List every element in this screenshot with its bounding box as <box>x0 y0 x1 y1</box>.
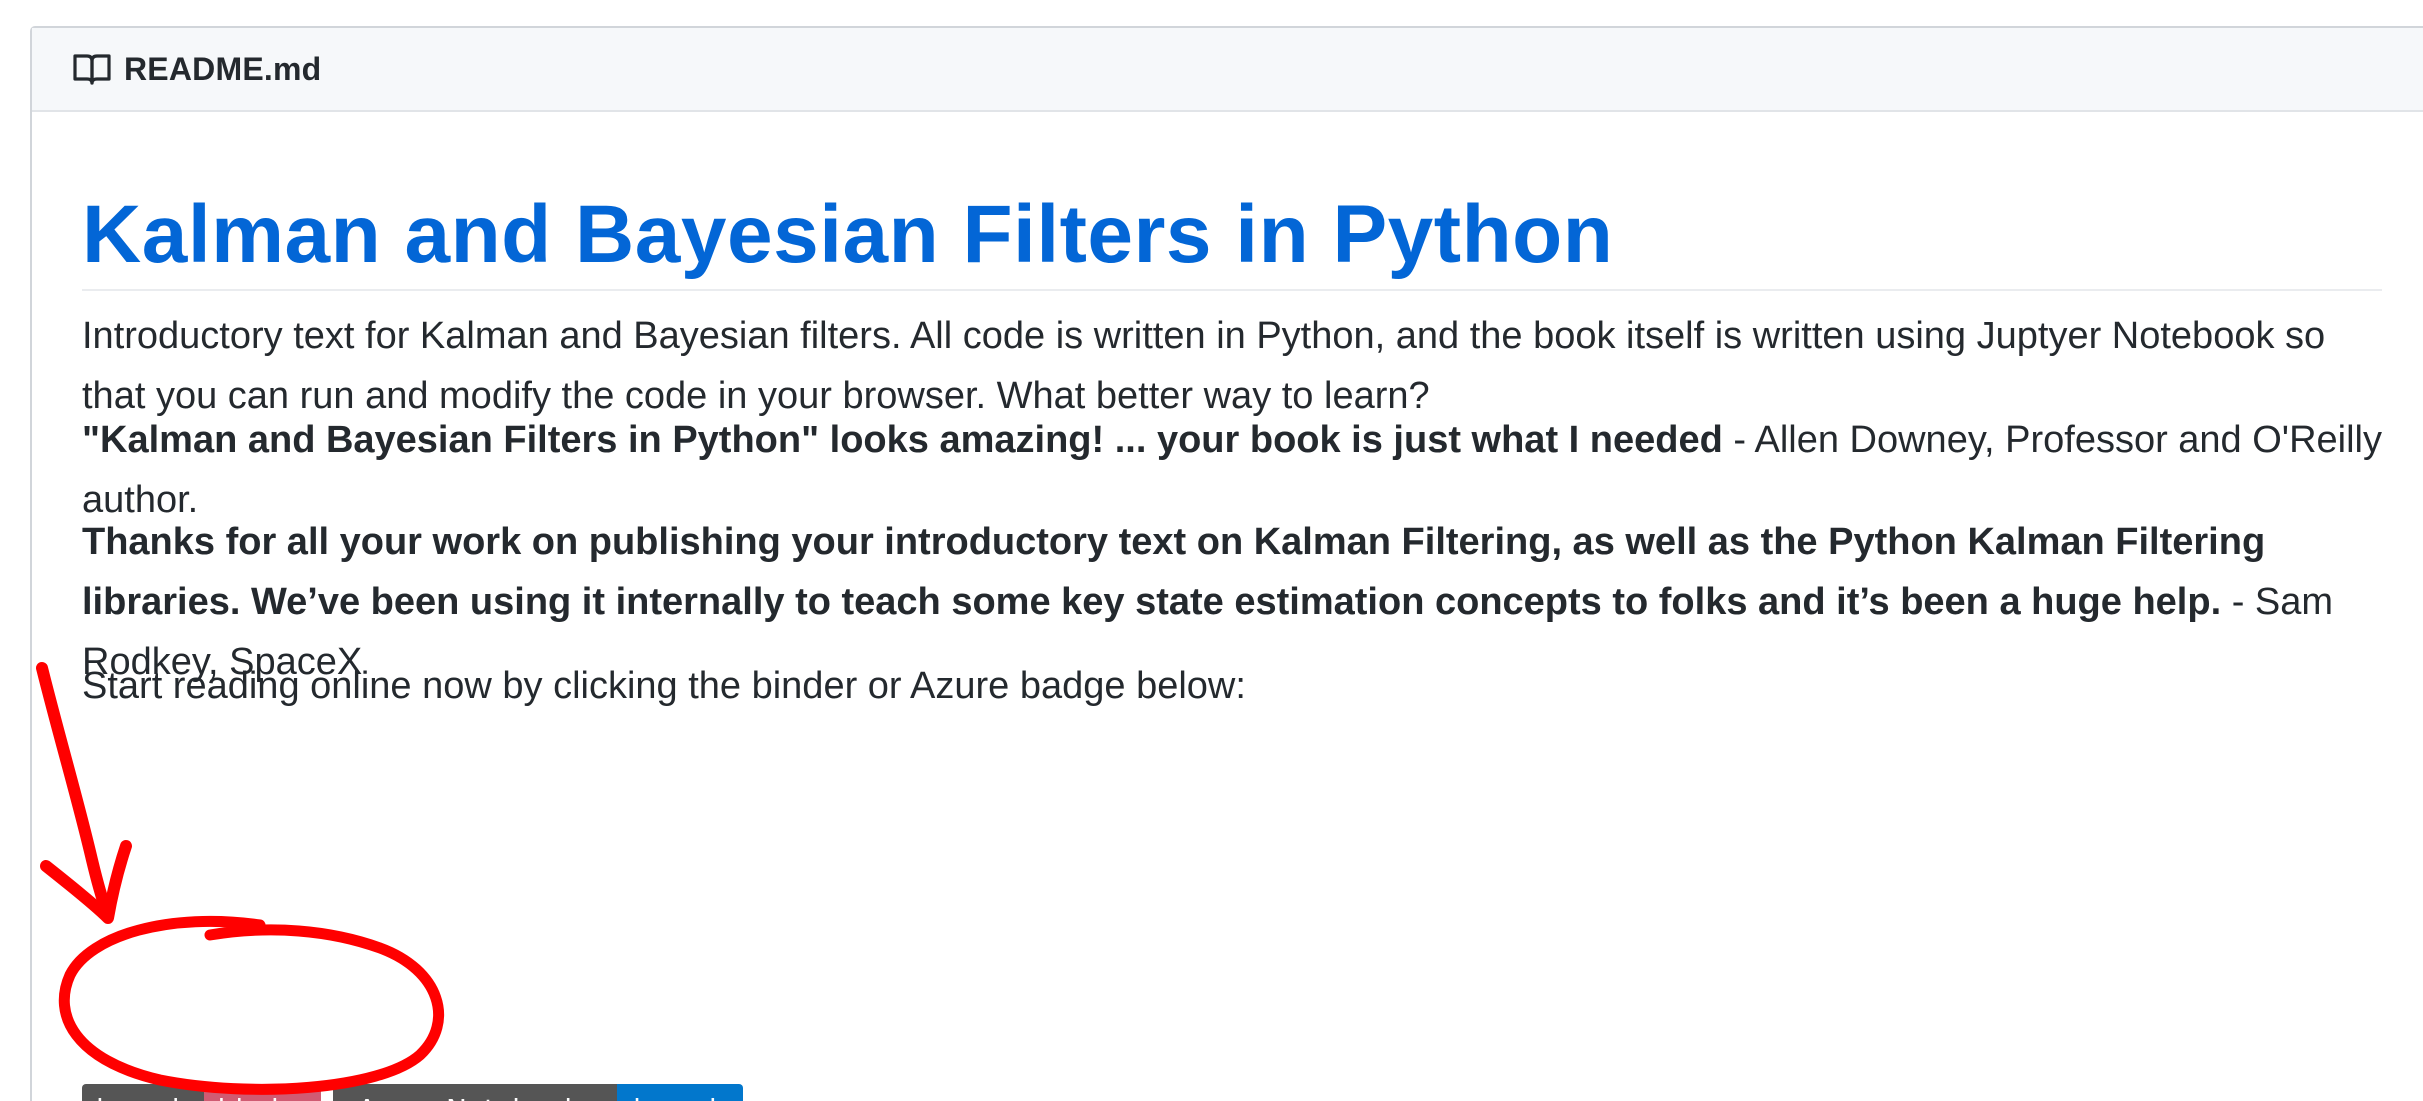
azure-badge-left: Azure Notebooks <box>333 1084 618 1101</box>
quote-downey-text: "Kalman and Bayesian Filters in Python" … <box>82 419 1723 461</box>
title-divider <box>82 289 2382 291</box>
badge-row: launch binder Azure Notebooks launch <box>82 1084 743 1101</box>
launch-binder-badge[interactable]: launch binder <box>82 1084 322 1101</box>
page-title[interactable]: Kalman and Bayesian Filters in Python <box>82 194 1613 276</box>
binder-badge-right: binder <box>203 1084 322 1101</box>
readme-filename[interactable]: README.md <box>124 51 321 88</box>
intro-paragraph: Introductory text for Kalman and Bayesia… <box>82 315 2326 417</box>
start-reading-text: Start reading online now by clicking the… <box>82 665 1246 707</box>
azure-badge-right: launch <box>617 1084 743 1101</box>
binder-badge-left: launch <box>82 1084 204 1101</box>
book-icon <box>73 54 111 85</box>
readme-header: README.md <box>32 28 2423 112</box>
quote-spacex-text: Thanks for all your work on publishing y… <box>82 521 2266 623</box>
azure-notebooks-badge[interactable]: Azure Notebooks launch <box>333 1084 743 1101</box>
readme-page: README.md Kalman and Bayesian Filters in… <box>0 0 2423 1101</box>
